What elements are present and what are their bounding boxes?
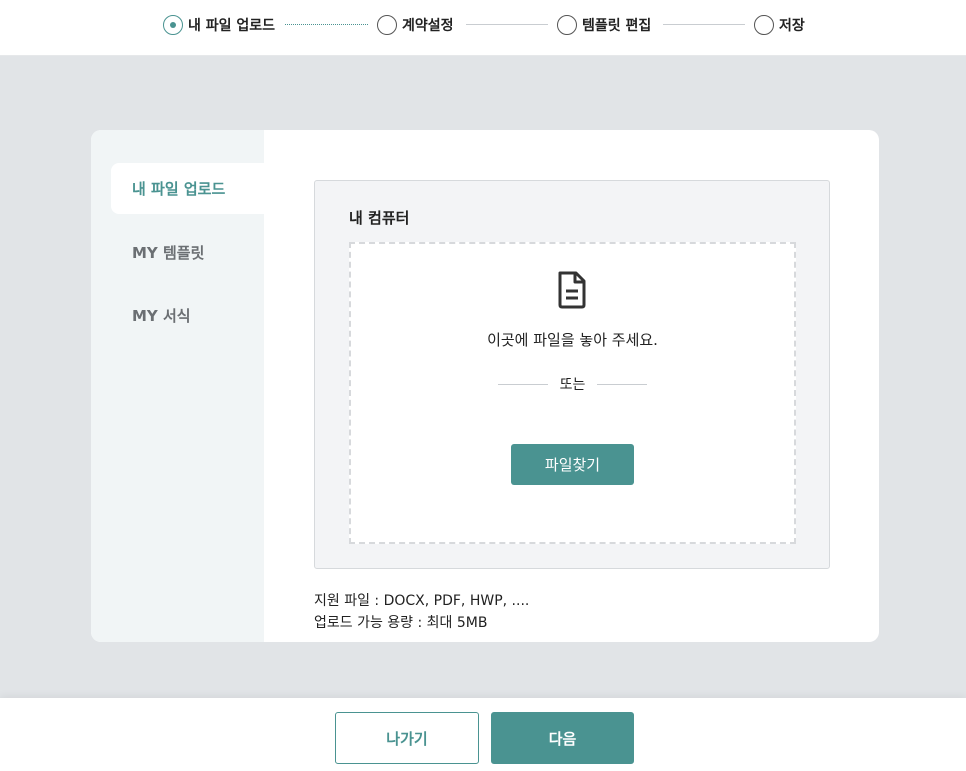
step-upload[interactable]: 내 파일 업로드 (163, 14, 275, 36)
sidebar-item-label: MY 템플릿 (132, 244, 205, 262)
progress-stepper: 내 파일 업로드 계약설정 템플릿 편집 저장 (0, 0, 966, 56)
sidebar-item-my-file-upload[interactable]: 내 파일 업로드 (111, 163, 264, 214)
supported-files-text: 지원 파일 : DOCX, PDF, HWP, .... (314, 593, 530, 609)
find-file-button[interactable]: 파일찾기 (511, 444, 634, 485)
upload-panel: 내 컴퓨터 이곳에 파일을 놓아 주세요. 또는 파일찾기 (314, 180, 830, 569)
step-label: 내 파일 업로드 (188, 18, 276, 34)
step-label: 계약설정 (402, 18, 454, 34)
upload-info: 지원 파일 : DOCX, PDF, HWP, .... 업로드 가능 용량 :… (314, 590, 529, 634)
footer-bar: 나가기 다음 (0, 698, 966, 771)
sidebar-item-my-templates[interactable]: MY 템플릿 (111, 227, 264, 278)
radio-unselected-icon (377, 15, 397, 35)
main-card: 내 파일 업로드 MY 템플릿 MY 서식 내 컴퓨터 이곳에 파일을 놓아 주… (91, 130, 879, 642)
sidebar-item-my-forms[interactable]: MY 서식 (111, 290, 264, 341)
radio-unselected-icon (557, 15, 577, 35)
step-connector (285, 24, 368, 25)
radio-unselected-icon (754, 15, 774, 35)
max-size-text: 업로드 가능 용량 : 최대 5MB (314, 615, 488, 631)
document-icon (558, 271, 586, 309)
panel-title: 내 컴퓨터 (349, 209, 410, 227)
sidebar: 내 파일 업로드 MY 템플릿 MY 서식 (91, 130, 264, 642)
file-dropzone[interactable]: 이곳에 파일을 놓아 주세요. 또는 파일찾기 (349, 242, 796, 544)
step-template-edit[interactable]: 템플릿 편집 (557, 14, 651, 36)
step-connector (466, 24, 548, 25)
sidebar-item-label: MY 서식 (132, 307, 191, 325)
next-button[interactable]: 다음 (491, 712, 634, 764)
step-connector (663, 24, 745, 25)
or-label: 또는 (559, 377, 586, 393)
step-label: 템플릿 편집 (582, 18, 652, 34)
sidebar-item-label: 내 파일 업로드 (132, 180, 226, 198)
divider-line (597, 384, 647, 385)
step-save[interactable]: 저장 (754, 14, 805, 36)
or-divider: 또는 (351, 374, 794, 394)
exit-button[interactable]: 나가기 (335, 712, 479, 764)
drop-instruction: 이곳에 파일을 놓아 주세요. (487, 331, 658, 349)
step-contract-settings[interactable]: 계약설정 (377, 14, 454, 36)
radio-selected-icon (163, 15, 183, 35)
step-label: 저장 (779, 18, 805, 34)
